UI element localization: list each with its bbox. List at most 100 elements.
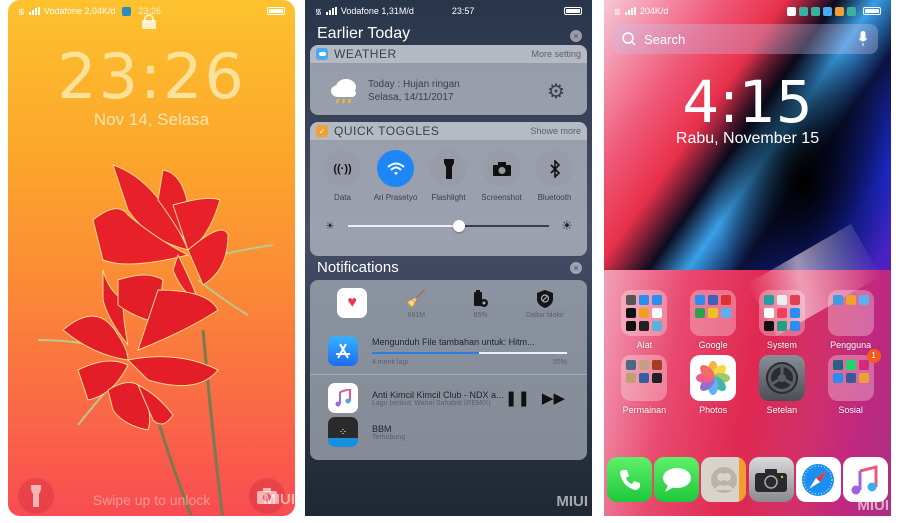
- brightness-slider-knob[interactable]: [452, 220, 465, 232]
- music-app-icon: [328, 383, 358, 413]
- download-notification[interactable]: Mengunduh File tambahan untuk: Hitm... 4…: [310, 336, 587, 366]
- toggle-label: Flashlight: [431, 193, 466, 202]
- microphone-icon[interactable]: [858, 31, 868, 47]
- download-percent: 55%: [552, 358, 567, 366]
- brightness-row: ☀ ☀: [310, 218, 587, 234]
- health-shortcut[interactable]: ♥: [322, 288, 382, 318]
- download-title: Mengunduh File tambahan untuk: Hitm...: [372, 336, 535, 347]
- clear-notifications-button[interactable]: ×: [570, 262, 582, 274]
- notifications-heading: Notifications: [317, 259, 399, 276]
- toggle-data[interactable]: ((·)) Data: [318, 150, 368, 202]
- toggle-screenshot[interactable]: Screenshot: [477, 150, 527, 202]
- mobile-data-antenna-icon: ((·)): [324, 150, 361, 187]
- dock-messages[interactable]: [654, 457, 700, 502]
- battery-value: 85%: [473, 312, 488, 319]
- brightness-slider[interactable]: [348, 220, 549, 232]
- settings-gear-icon: [758, 355, 805, 401]
- search-bar[interactable]: Search: [612, 24, 878, 54]
- wifi-icon: ᯾: [315, 6, 322, 16]
- home-screen: ᯾ 204K/d Search 4:15 Rabu, November 15 A…: [604, 0, 891, 516]
- rain-cloud-icon: [331, 79, 356, 104]
- toggle-row: ((·)) Data Ari Prasetyo Flashlight Scree…: [310, 140, 587, 202]
- download-eta: 4 menit lagi: [372, 358, 408, 366]
- toggle-wifi[interactable]: Ari Prasetyo: [371, 150, 421, 202]
- toggle-bluetooth[interactable]: Bluetooth: [530, 150, 580, 202]
- app-label: Alat: [636, 340, 653, 350]
- weather-more-setting-link[interactable]: More setting: [531, 49, 581, 59]
- folder-icon: [621, 290, 668, 336]
- weather-date: Selasa, 14/11/2017: [368, 92, 454, 103]
- bbm-notification[interactable]: ⁘ BBM Terhubung: [310, 417, 587, 447]
- app-label: Pengguna: [830, 340, 872, 350]
- toggle-flashlight[interactable]: Flashlight: [424, 150, 474, 202]
- bluetooth-icon: [536, 150, 573, 187]
- dock-camera[interactable]: [748, 457, 794, 502]
- battery-icon: [863, 7, 881, 15]
- home-clock: 4:15: [682, 68, 813, 136]
- brightness-slider-fill: [348, 225, 459, 227]
- app-label: Google: [698, 340, 728, 350]
- folder-icon: [690, 290, 737, 336]
- app-grid-row-2: Permainan Photos Setelan 1 Sosial: [604, 349, 891, 415]
- battery-icon: [564, 7, 582, 15]
- quick-toggles-title: QUICK TOGGLES: [334, 124, 440, 138]
- folder-permainan[interactable]: Permainan: [614, 355, 674, 415]
- flower-lower: [62, 269, 219, 431]
- notification-icons: [787, 6, 856, 16]
- wifi-icon: ᯾: [614, 6, 621, 16]
- wifi-icon: ᯾: [18, 6, 25, 16]
- music-subtitle: Lagu berikut: Wahai Sahabat (REMIX): [372, 399, 491, 407]
- weather-card[interactable]: WEATHER More setting Today : Hujan ringa…: [310, 45, 587, 115]
- dock-music[interactable]: [842, 457, 888, 502]
- carrier-label: Vodafone 2,04K/d: [43, 6, 116, 16]
- miui-watermark: MIUI: [556, 493, 588, 510]
- wallpaper-flower: [37, 164, 274, 516]
- dock-contacts[interactable]: [701, 457, 747, 502]
- lock-icon: [142, 14, 156, 29]
- app-label: Permainan: [622, 405, 667, 415]
- weather-settings-gear-icon[interactable]: ⚙: [547, 79, 565, 104]
- miui-watermark: MIUI: [263, 491, 295, 508]
- app-notification-icon: [122, 6, 132, 16]
- battery-shortcut[interactable]: 85%: [451, 288, 511, 319]
- quick-toggles-check-icon: ✓: [316, 125, 328, 137]
- dock-phone[interactable]: [607, 457, 653, 502]
- notifications-card: ♥ 🧹 681M 85% Daftar blokir Mengunduh Fil…: [310, 280, 587, 460]
- folder-system[interactable]: System: [752, 290, 812, 350]
- music-notification[interactable]: Anti Kimcil Kimcil Club - NDX a... Lagu …: [310, 383, 587, 413]
- app-photos[interactable]: Photos: [683, 355, 743, 415]
- flashlight-icon: [430, 150, 467, 187]
- pause-button[interactable]: ❚❚: [505, 389, 530, 407]
- blocklist-shortcut[interactable]: Daftar blokir: [515, 288, 575, 319]
- download-progress-fill: [372, 351, 480, 354]
- app-label: Sosial: [838, 405, 863, 415]
- signal-icon: [325, 7, 337, 15]
- signal-icon: [624, 7, 636, 15]
- folder-google[interactable]: Google: [683, 290, 743, 350]
- messages-bubble-icon: [662, 467, 691, 492]
- folder-alat[interactable]: Alat: [614, 290, 674, 350]
- folder-pengguna[interactable]: Pengguna: [821, 290, 881, 350]
- earlier-today-heading: Earlier Today: [317, 25, 411, 42]
- utility-row: ♥ 🧹 681M 85% Daftar blokir: [310, 280, 587, 324]
- health-icon: ♥: [337, 288, 368, 318]
- lock-date: Nov 14, Selasa: [93, 110, 210, 129]
- music-note-icon: [851, 464, 878, 494]
- dock-safari[interactable]: [795, 457, 841, 502]
- folder-sosial[interactable]: 1 Sosial: [821, 349, 881, 415]
- app-label: System: [766, 340, 797, 350]
- weather-card-header: WEATHER More setting: [310, 45, 587, 63]
- bbm-title: BBM: [372, 423, 392, 434]
- weather-condition: Today : Hujan ringan: [368, 79, 460, 90]
- app-settings[interactable]: Setelan: [752, 355, 812, 415]
- quick-toggles-show-more-link[interactable]: Showe more: [530, 126, 581, 136]
- safari-compass-icon: [802, 463, 835, 496]
- clear-earlier-button[interactable]: ×: [570, 30, 582, 42]
- carrier-label: Vodafone 1,31M/d: [340, 6, 414, 16]
- cleaner-shortcut[interactable]: 🧹 681M: [386, 288, 446, 319]
- folder-icon: [758, 290, 805, 336]
- next-track-button[interactable]: ▶▶: [542, 389, 565, 407]
- status-bar: ᯾ Vodafone 1,31M/d 23:57: [305, 4, 592, 18]
- search-placeholder: Search: [644, 31, 686, 47]
- lock-clock: 23:26: [57, 40, 246, 113]
